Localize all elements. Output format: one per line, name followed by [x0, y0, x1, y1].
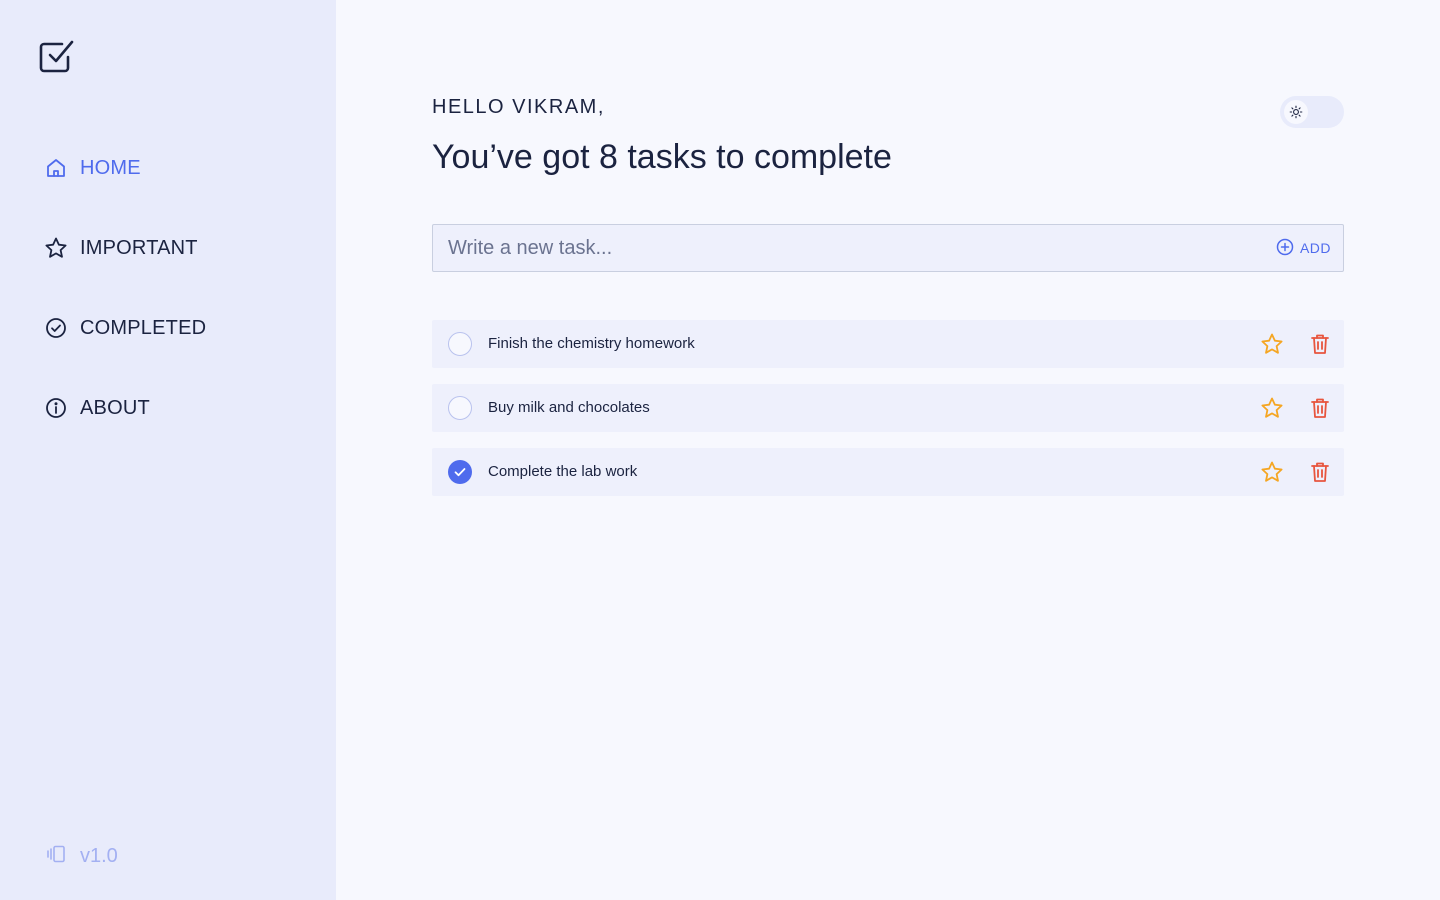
plus-circle-icon	[1276, 238, 1294, 259]
sidebar: HOME IMPORTANT COMPLETED ABOUT v1.0	[0, 0, 336, 900]
sidebar-item-label: COMPLETED	[80, 316, 207, 339]
task-checkbox-checked[interactable]	[448, 460, 472, 484]
check-circle-icon	[44, 316, 68, 340]
version-info: v1.0	[46, 842, 118, 870]
theme-toggle[interactable]	[1280, 96, 1344, 128]
new-task-input[interactable]	[433, 225, 1253, 271]
add-task-button[interactable]: ADD	[1276, 237, 1331, 259]
checkmark-icon	[454, 468, 466, 477]
trash-icon[interactable]	[1308, 460, 1332, 484]
main-content: HELLO VIKRAM, You’ve got 8 tasks to comp…	[336, 0, 1440, 900]
task-item: Complete the lab work	[432, 448, 1344, 496]
star-icon[interactable]	[1260, 460, 1284, 484]
app-window: HOME IMPORTANT COMPLETED ABOUT v1.0 HELL…	[0, 0, 1440, 900]
star-icon[interactable]	[1260, 396, 1284, 420]
sidebar-item-home[interactable]: HOME	[44, 152, 141, 184]
home-icon	[44, 156, 68, 180]
star-icon	[44, 236, 68, 260]
trash-icon[interactable]	[1308, 332, 1332, 356]
task-item: Buy milk and chocolates	[432, 384, 1344, 432]
task-text: Finish the chemistry homework	[488, 335, 695, 352]
new-task-form: ADD	[432, 224, 1344, 272]
info-icon	[44, 396, 68, 420]
task-checkbox[interactable]	[448, 332, 472, 356]
sidebar-item-completed[interactable]: COMPLETED	[44, 312, 206, 344]
checkbox-icon[interactable]	[37, 37, 75, 75]
star-icon[interactable]	[1260, 332, 1284, 356]
sidebar-item-label: ABOUT	[80, 396, 150, 419]
sidebar-item-about[interactable]: ABOUT	[44, 392, 150, 424]
greeting: HELLO VIKRAM,	[432, 96, 605, 118]
add-button-label: ADD	[1299, 240, 1331, 256]
task-item: Finish the chemistry homework	[432, 320, 1344, 368]
version-label: v1.0	[80, 844, 118, 867]
task-checkbox[interactable]	[448, 396, 472, 420]
page-title: You’ve got 8 tasks to complete	[432, 138, 892, 176]
vibrate-icon	[46, 843, 68, 870]
sun-icon	[1284, 100, 1308, 124]
sidebar-item-label: IMPORTANT	[80, 236, 198, 259]
task-text: Buy milk and chocolates	[488, 399, 650, 416]
sidebar-item-label: HOME	[80, 156, 141, 179]
sidebar-item-important[interactable]: IMPORTANT	[44, 232, 198, 264]
task-text: Complete the lab work	[488, 463, 638, 480]
trash-icon[interactable]	[1308, 396, 1332, 420]
